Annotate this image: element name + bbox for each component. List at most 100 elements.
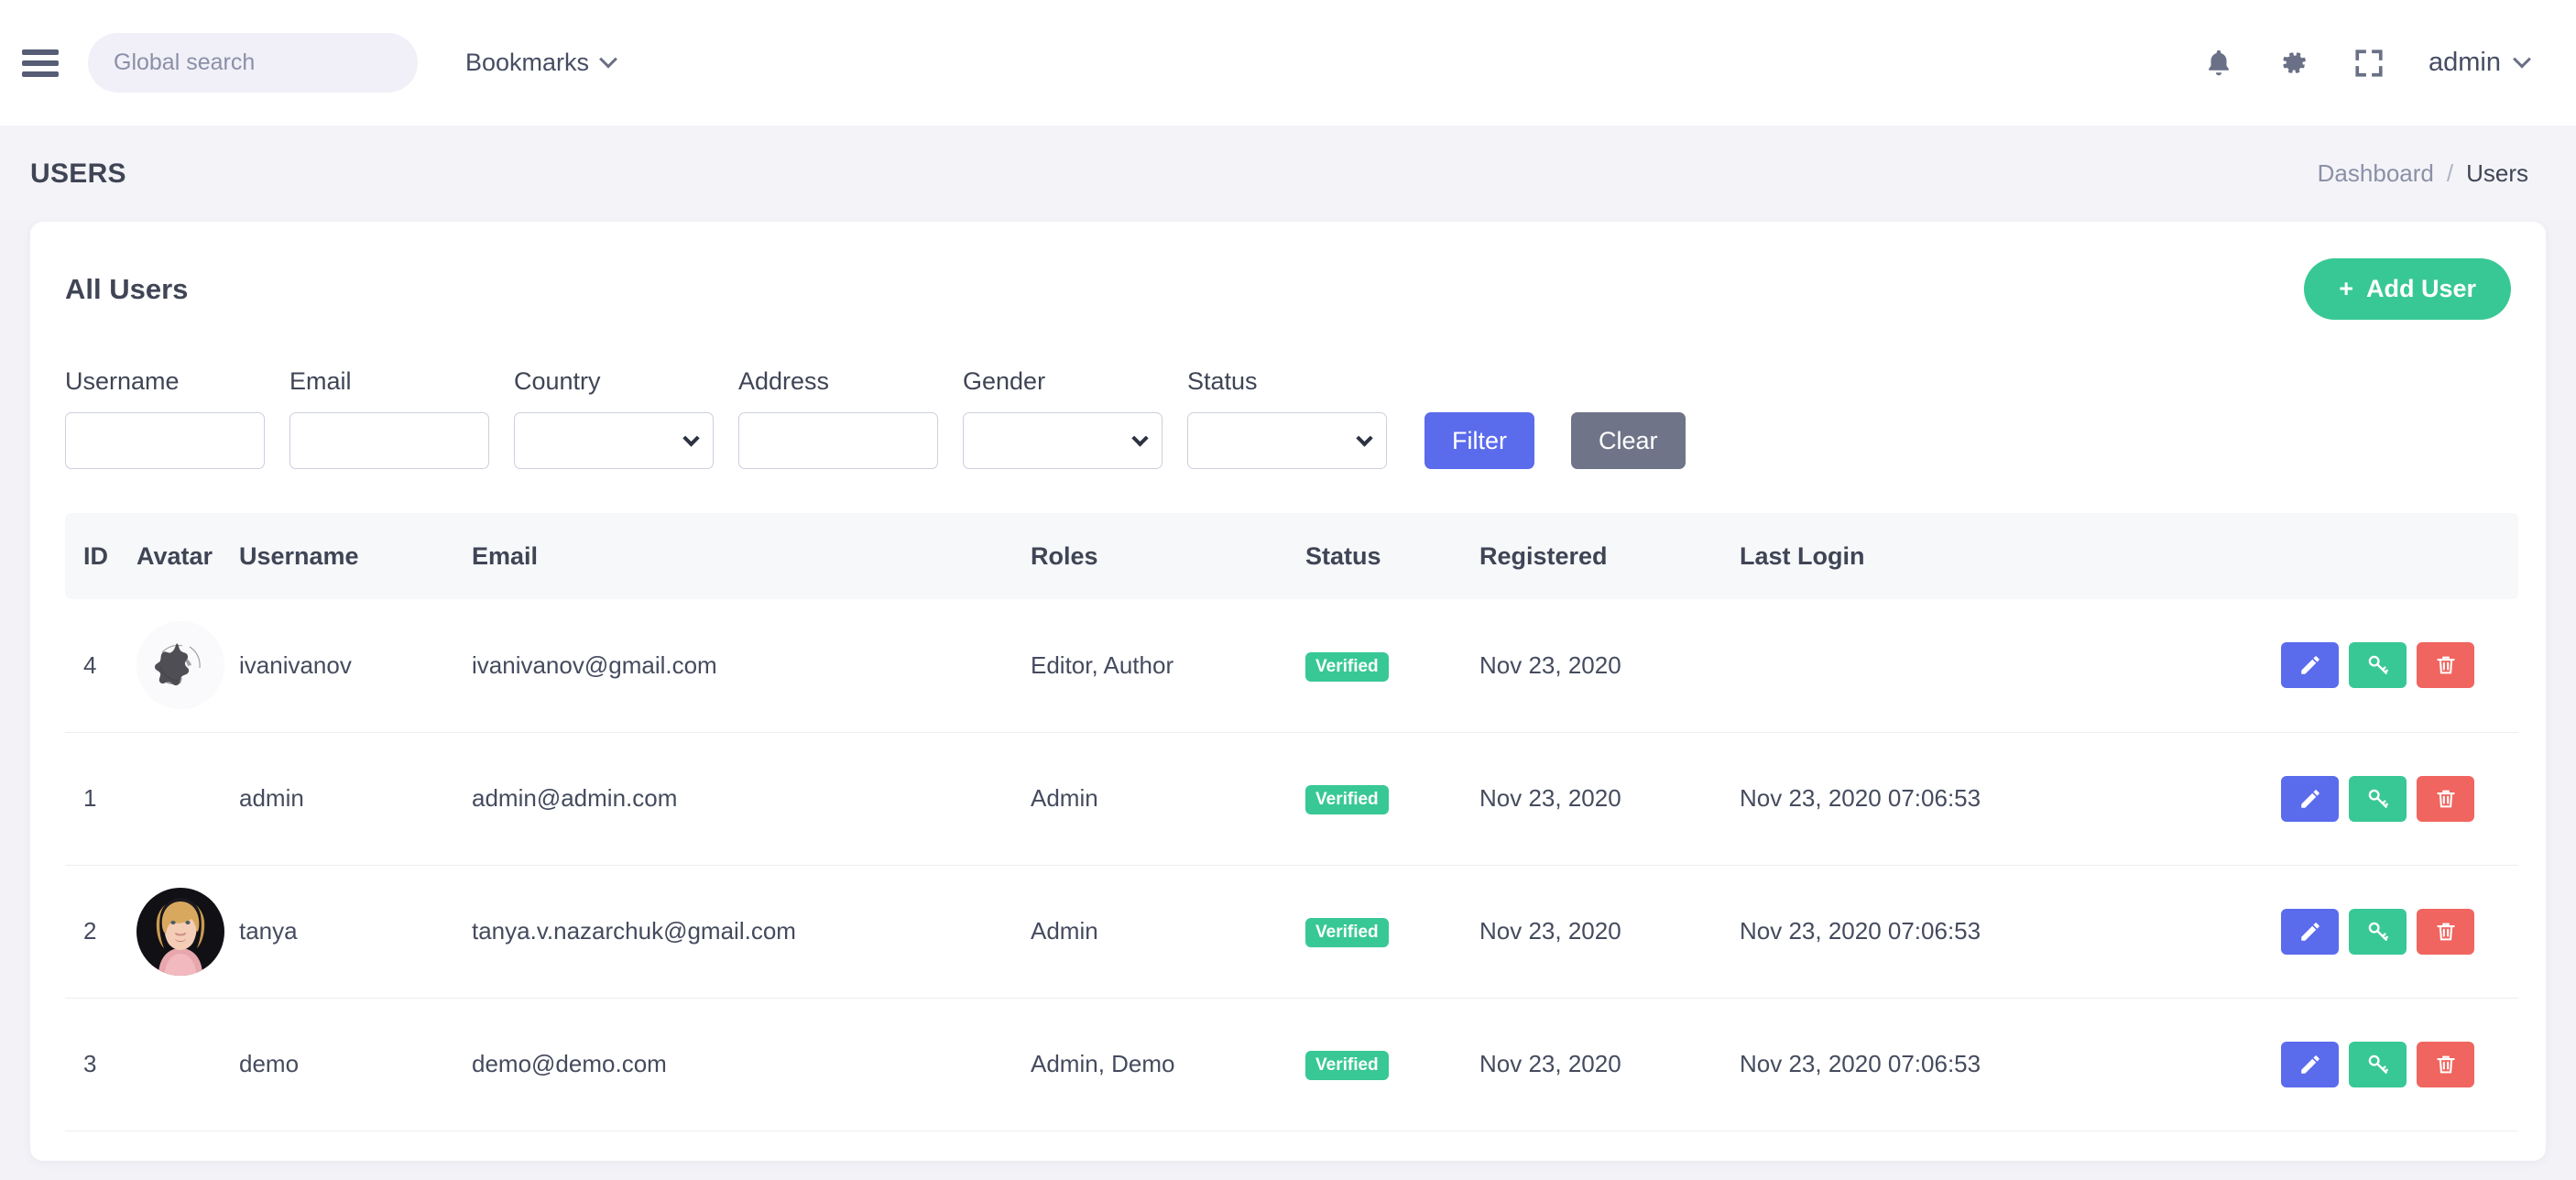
search-input[interactable] xyxy=(88,33,418,93)
gear-icon[interactable] xyxy=(2278,48,2309,79)
plus-icon: + xyxy=(2339,275,2353,302)
cell-status: Verified xyxy=(1305,998,1479,1131)
filter-label-email: Email xyxy=(289,367,352,395)
key-icon[interactable] xyxy=(2349,775,2407,822)
edit-icon[interactable] xyxy=(2281,1041,2339,1087)
filter-field-country: Country xyxy=(514,367,714,469)
hamburger-icon[interactable] xyxy=(22,49,59,77)
column-header-actions xyxy=(2134,513,2518,599)
cell-username: demo xyxy=(239,998,472,1131)
column-header-id: ID xyxy=(83,541,108,570)
row-action-group xyxy=(2134,642,2518,689)
edit-icon[interactable] xyxy=(2281,775,2339,822)
filter-field-status: Status xyxy=(1187,367,1387,469)
trash-icon[interactable] xyxy=(2417,908,2474,955)
status-badge: Verified xyxy=(1305,651,1389,682)
cell-registered: Nov 23, 2020 xyxy=(1479,998,1740,1131)
user-menu[interactable]: admin xyxy=(2429,48,2531,78)
country-filter-select[interactable] xyxy=(514,412,714,469)
column-header-last-login: Last Login xyxy=(1740,541,1865,570)
cell-last-login: Nov 23, 2020 07:06:53 xyxy=(1740,732,2134,866)
cell-username: tanya xyxy=(239,865,472,999)
cell-roles: Editor, Author xyxy=(1031,599,1305,733)
filter-label-username: Username xyxy=(65,367,180,395)
email-filter-input[interactable] xyxy=(289,412,489,469)
users-table: ID Avatar Username Email Roles Status Re… xyxy=(65,513,2518,1131)
trash-icon[interactable] xyxy=(2417,1041,2474,1087)
cell-actions xyxy=(2134,732,2518,866)
cell-status: Verified xyxy=(1305,599,1479,733)
trash-icon[interactable] xyxy=(2417,775,2474,822)
status-filter-select[interactable] xyxy=(1187,412,1387,469)
address-filter-input[interactable] xyxy=(738,412,938,469)
column-header-roles: Roles xyxy=(1031,541,1098,570)
breadcrumb-dashboard[interactable]: Dashboard xyxy=(2318,159,2434,188)
cell-roles: Admin xyxy=(1031,865,1305,999)
cell-registered: Nov 23, 2020 xyxy=(1479,865,1740,999)
cell-last-login: Nov 23, 2020 07:06:53 xyxy=(1740,865,2134,999)
cell-last-login: Nov 23, 2020 07:06:53 xyxy=(1740,998,2134,1131)
users-card: All Users + Add User Username Email Coun… xyxy=(30,222,2546,1161)
page-header: USERS Dashboard / Users xyxy=(0,126,2576,222)
fullscreen-icon[interactable] xyxy=(2353,48,2385,79)
row-action-group xyxy=(2134,775,2518,822)
cell-email: admin@admin.com xyxy=(472,732,1031,866)
cell-id: 1 xyxy=(65,732,136,866)
status-badge: Verified xyxy=(1305,1051,1389,1080)
filter-field-address: Address xyxy=(738,367,938,469)
edit-icon[interactable] xyxy=(2281,908,2339,955)
table-row[interactable]: 2 tanya tanya.v.nazarchuk@gmail.com Admi… xyxy=(65,865,2518,999)
user-menu-label: admin xyxy=(2429,48,2501,77)
key-icon[interactable] xyxy=(2349,1041,2407,1087)
table-row[interactable]: 3 demo demo@demo.com Admin, Demo Verifie… xyxy=(65,998,2518,1131)
cell-registered: Nov 23, 2020 xyxy=(1479,732,1740,866)
table-row[interactable]: 4 ivanivanov ivanivanov@gmail.com Editor… xyxy=(65,599,2518,733)
filter-field-gender: Gender xyxy=(963,367,1162,469)
status-badge: Verified xyxy=(1305,918,1389,947)
table-row[interactable]: 1 admin admin@admin.com Admin Verified N… xyxy=(65,732,2518,866)
cell-email: ivanivanov@gmail.com xyxy=(472,599,1031,733)
key-icon[interactable] xyxy=(2349,908,2407,955)
row-action-group xyxy=(2134,1041,2518,1087)
cell-actions xyxy=(2134,998,2518,1131)
card-header: All Users + Add User xyxy=(65,258,2511,320)
table-header-row: ID Avatar Username Email Roles Status Re… xyxy=(65,513,2518,599)
gender-filter-select[interactable] xyxy=(963,412,1162,469)
table-head: ID Avatar Username Email Roles Status Re… xyxy=(65,513,2518,599)
cell-email: demo@demo.com xyxy=(472,998,1031,1131)
card-title: All Users xyxy=(65,272,189,305)
edit-icon[interactable] xyxy=(2281,642,2339,689)
filter-field-username: Username xyxy=(65,367,265,469)
status-badge: Verified xyxy=(1305,785,1389,814)
column-header-avatar: Avatar xyxy=(136,541,213,570)
photo-avatar xyxy=(136,887,224,976)
page-title: USERS xyxy=(30,158,126,189)
column-header-registered: Registered xyxy=(1479,541,1608,570)
trash-icon[interactable] xyxy=(2417,642,2474,689)
breadcrumb: Dashboard / Users xyxy=(2318,159,2528,188)
cell-email: tanya.v.nazarchuk@gmail.com xyxy=(472,865,1031,999)
column-header-status: Status xyxy=(1305,541,1381,570)
cell-roles: Admin, Demo xyxy=(1031,998,1305,1131)
filter-label-address: Address xyxy=(738,367,830,395)
cell-avatar xyxy=(136,998,239,1131)
key-icon[interactable] xyxy=(2349,642,2407,689)
bell-icon[interactable] xyxy=(2203,47,2234,80)
cell-last-login xyxy=(1740,599,2134,733)
filter-label-status: Status xyxy=(1187,367,1258,395)
username-filter-input[interactable] xyxy=(65,412,265,469)
bookmarks-menu[interactable]: Bookmarks xyxy=(465,49,617,77)
cell-username: admin xyxy=(239,732,472,866)
cell-id: 2 xyxy=(65,865,136,999)
filter-label-gender: Gender xyxy=(963,367,1046,395)
status-select-wrap xyxy=(1187,412,1387,469)
add-user-label: Add User xyxy=(2365,275,2476,302)
country-select-wrap xyxy=(514,412,714,469)
column-header-email: Email xyxy=(472,541,539,570)
add-user-button[interactable]: + Add User xyxy=(2304,258,2511,320)
cell-actions xyxy=(2134,865,2518,999)
chevron-down-icon xyxy=(599,49,617,69)
cell-id: 4 xyxy=(65,599,136,733)
filter-button[interactable]: Filter xyxy=(1424,412,1534,469)
clear-button[interactable]: Clear xyxy=(1571,412,1686,469)
